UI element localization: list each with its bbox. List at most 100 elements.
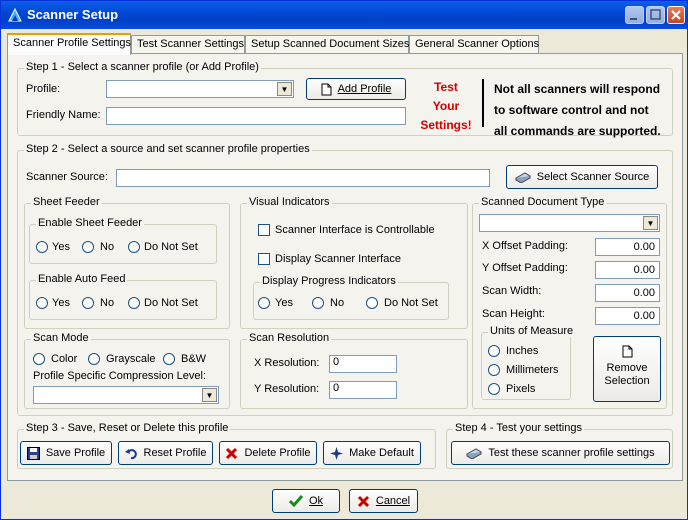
- checkbox-label: Scanner Interface is Controllable: [275, 224, 435, 236]
- radio-label: Yes: [52, 241, 70, 253]
- test-line-3: Settings!: [420, 118, 472, 132]
- doc-type-title: Scanned Document Type: [479, 196, 607, 208]
- sheet-feeder-dns-radio[interactable]: [128, 241, 140, 253]
- compression-combo[interactable]: ▼: [33, 386, 219, 404]
- auto-feed-no-radio[interactable]: [82, 297, 94, 309]
- grayscale-radio[interactable]: [88, 353, 100, 365]
- radio-label: Millimeters: [506, 364, 559, 376]
- inches-radio[interactable]: [488, 345, 500, 357]
- scanner-source-input[interactable]: [116, 169, 490, 187]
- x-resolution-input[interactable]: 0: [329, 355, 397, 373]
- reset-label: Reset Profile: [143, 447, 207, 459]
- auto-feed-dns-radio[interactable]: [128, 297, 140, 309]
- sheet-feeder-group: Sheet Feeder Enable Sheet Feeder Yes No …: [24, 196, 230, 329]
- delete-label: Delete Profile: [244, 447, 311, 459]
- step3-title: Step 3 - Save, Reset or Delete this prof…: [24, 422, 231, 434]
- close-button[interactable]: [667, 6, 685, 24]
- maximize-icon: [650, 9, 661, 20]
- divider: [482, 79, 484, 127]
- select-source-label: Select Scanner Source: [536, 171, 650, 183]
- remove-selection-button[interactable]: Remove Selection: [593, 336, 661, 402]
- scan-width-input[interactable]: 0.00: [595, 284, 660, 302]
- visual-indicators-title: Visual Indicators: [247, 196, 332, 208]
- scan-resolution-group: Scan Resolution X Resolution: 0 Y Resolu…: [240, 332, 468, 409]
- close-icon: [671, 10, 681, 20]
- delete-profile-button[interactable]: Delete Profile: [219, 441, 317, 465]
- millimeters-radio[interactable]: [488, 364, 500, 376]
- display-interface-checkbox[interactable]: [258, 253, 270, 265]
- progress-yes-radio[interactable]: [258, 297, 270, 309]
- save-profile-button[interactable]: Save Profile: [20, 441, 112, 465]
- tab-label: Test Scanner Settings: [137, 38, 245, 50]
- document-type-combo[interactable]: ▼: [479, 214, 660, 232]
- test-profile-settings-button[interactable]: Test these scanner profile settings: [451, 441, 670, 465]
- progress-indicators-group: Display Progress Indicators Yes No Do No…: [253, 275, 449, 320]
- ok-button[interactable]: Ok: [272, 489, 340, 513]
- pixels-radio[interactable]: [488, 383, 500, 395]
- auto-feed-yes-radio[interactable]: [36, 297, 48, 309]
- tab-test-scanner-settings[interactable]: Test Scanner Settings: [131, 35, 245, 54]
- chevron-down-icon[interactable]: ▼: [202, 388, 217, 402]
- enable-sheet-feeder-title: Enable Sheet Feeder: [36, 217, 144, 229]
- units-title: Units of Measure: [488, 325, 576, 337]
- y-resolution-input[interactable]: 0: [329, 381, 397, 399]
- test-line-2: Your: [432, 99, 460, 113]
- progress-dns-radio[interactable]: [366, 297, 378, 309]
- cancel-button[interactable]: Cancel: [349, 489, 418, 513]
- radio-label: Yes: [52, 297, 70, 309]
- star-icon: [330, 446, 344, 460]
- scanner-setup-window: Scanner Setup Scanner Profile Settings T…: [0, 0, 688, 520]
- step1-title: Step 1 - Select a scanner profile (or Ad…: [24, 61, 261, 73]
- x-offset-label: X Offset Padding:: [482, 240, 569, 252]
- radio-label: Do Not Set: [144, 241, 198, 253]
- tab-setup-document-sizes[interactable]: Setup Scanned Document Sizes: [245, 35, 409, 54]
- chevron-down-icon[interactable]: ▼: [643, 216, 658, 230]
- progress-indicators-title: Display Progress Indicators: [260, 275, 398, 287]
- remove-line-1: Remove: [606, 362, 648, 374]
- tab-label: Setup Scanned Document Sizes: [251, 38, 410, 50]
- friendly-name-label: Friendly Name:: [26, 109, 101, 121]
- scan-resolution-title: Scan Resolution: [247, 332, 332, 344]
- cancel-label: Cancel: [375, 495, 411, 507]
- compatibility-note: Not all scanners will respond to softwar…: [494, 79, 661, 142]
- add-profile-button[interactable]: Add Profile: [306, 78, 406, 100]
- step2-group: Step 2 - Select a source and set scanner…: [17, 143, 673, 416]
- radio-label: No: [330, 297, 345, 309]
- chevron-down-icon[interactable]: ▼: [277, 82, 292, 96]
- scan-height-input[interactable]: 0.00: [595, 307, 660, 325]
- make-default-button[interactable]: Make Default: [323, 441, 421, 465]
- y-offset-input[interactable]: 0.00: [595, 261, 660, 279]
- enable-auto-feed-group: Enable Auto Feed Yes No Do Not Set: [29, 273, 217, 320]
- sheet-feeder-no-radio[interactable]: [82, 241, 94, 253]
- sheet-feeder-yes-radio[interactable]: [36, 241, 48, 253]
- scanned-document-type-group: Scanned Document Type ▼ X Offset Padding…: [472, 196, 667, 409]
- minimize-button[interactable]: [625, 6, 644, 24]
- friendly-name-input[interactable]: [106, 107, 406, 125]
- app-icon: [8, 7, 22, 22]
- interface-controllable-checkbox[interactable]: [258, 224, 270, 236]
- units-of-measure-group: Units of Measure Inches Millimeters Pixe…: [481, 325, 576, 400]
- step2-title: Step 2 - Select a source and set scanner…: [24, 143, 312, 155]
- radio-label: B&W: [181, 353, 207, 365]
- note-line-1: Not all scanners will respond: [494, 82, 661, 96]
- bw-radio[interactable]: [163, 353, 175, 365]
- x-offset-input[interactable]: 0.00: [595, 238, 660, 256]
- maximize-button[interactable]: [646, 6, 665, 24]
- add-profile-label: Add Profile: [337, 83, 392, 95]
- test-settings-label: Test these scanner profile settings: [488, 447, 655, 459]
- delete-x-icon: [226, 447, 238, 459]
- scan-height-label: Scan Height:: [482, 308, 545, 320]
- profile-combo[interactable]: ▼: [106, 80, 294, 98]
- x-resolution-label: X Resolution:: [254, 357, 320, 369]
- reset-profile-button[interactable]: Reset Profile: [118, 441, 213, 465]
- color-radio[interactable]: [33, 353, 45, 365]
- radio-label: Grayscale: [106, 353, 156, 365]
- scan-mode-title: Scan Mode: [31, 332, 91, 344]
- title-bar: Scanner Setup: [1, 1, 687, 29]
- select-scanner-source-button[interactable]: Select Scanner Source: [506, 165, 658, 189]
- tab-general-scanner-options[interactable]: General Scanner Options: [409, 35, 539, 54]
- progress-no-radio[interactable]: [312, 297, 324, 309]
- floppy-disk-icon: [26, 446, 40, 460]
- scanner-icon: [466, 448, 483, 460]
- tab-scanner-profile-settings[interactable]: Scanner Profile Settings: [7, 33, 131, 55]
